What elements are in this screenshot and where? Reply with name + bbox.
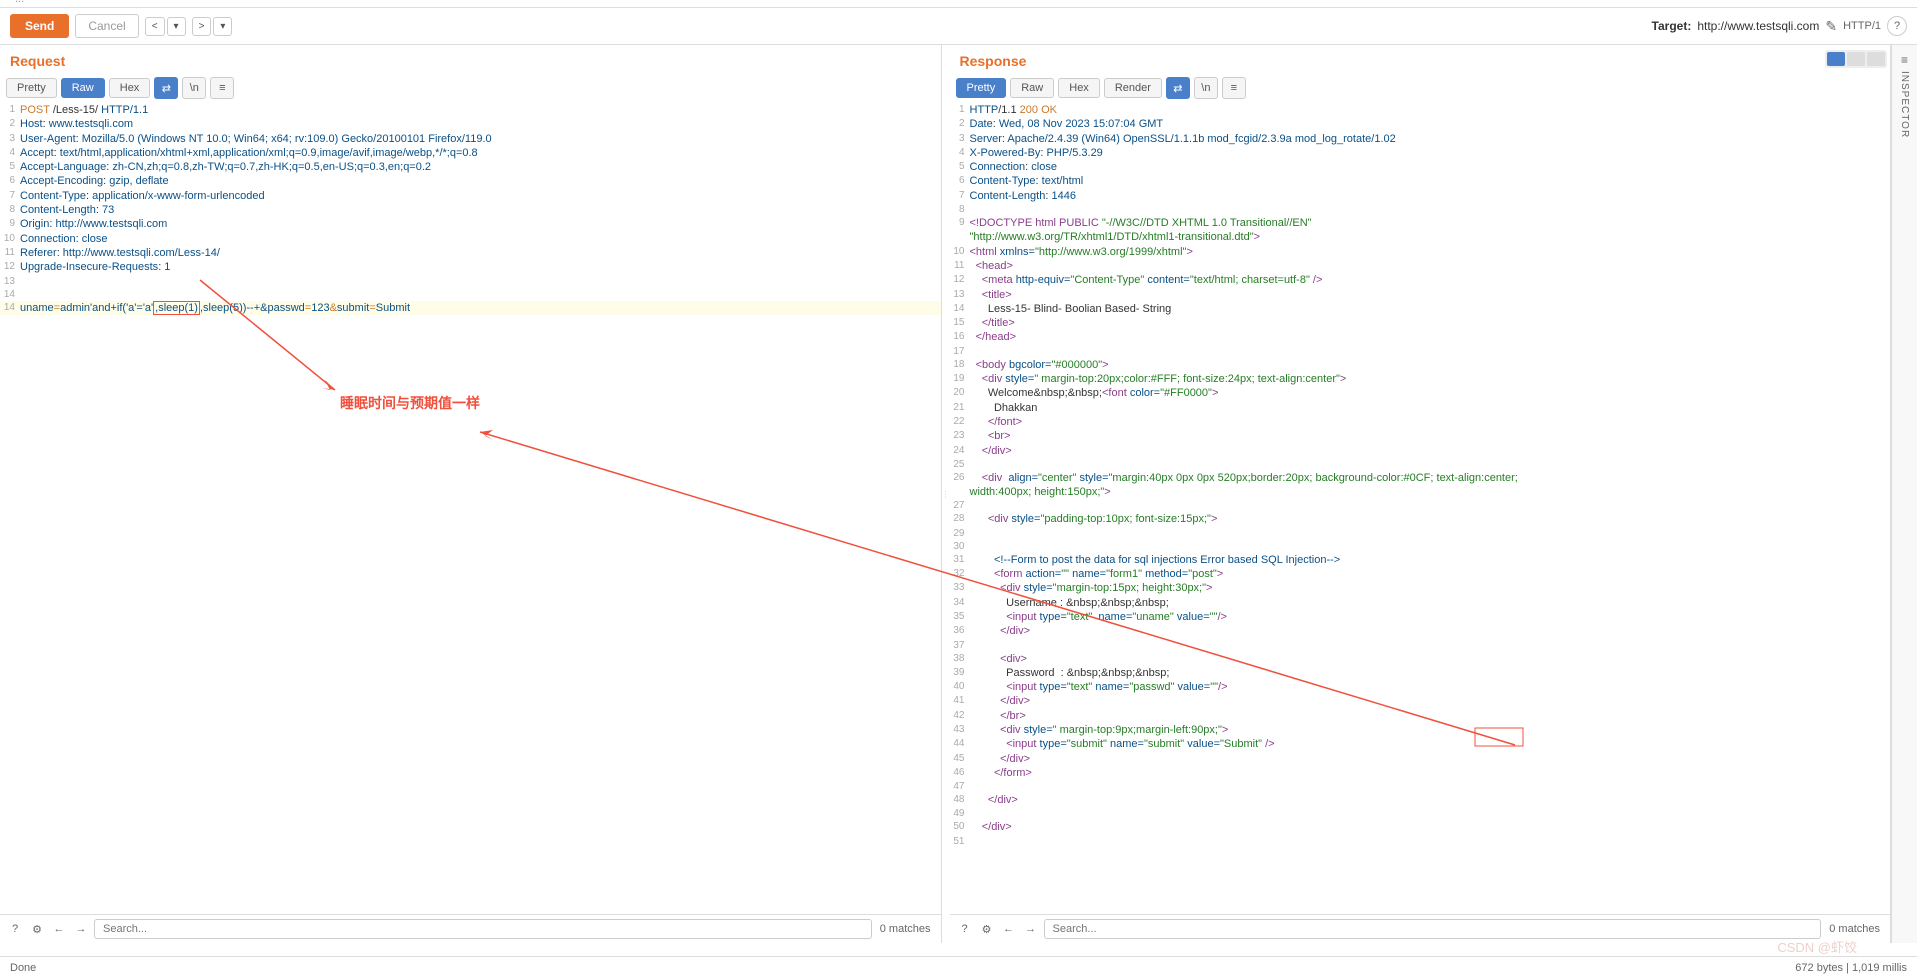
response-search-input[interactable] [1044, 919, 1822, 939]
next-match-icon[interactable]: → [72, 920, 90, 938]
target-info: Target: http://www.testsqli.com ✎ HTTP/1… [1652, 16, 1907, 36]
tab-overflow[interactable]: ... [5, 0, 34, 7]
response-code[interactable]: 1HTTP/1.1 200 OK2Date: Wed, 08 Nov 2023 … [950, 103, 1891, 914]
tab-bar: ... [0, 0, 1917, 8]
resp-view-pretty[interactable]: Pretty [956, 78, 1007, 98]
resp-help-icon[interactable]: ? [956, 920, 974, 938]
resp-view-render[interactable]: Render [1104, 78, 1162, 98]
main-content: Request Pretty Raw Hex ⇄ \n ≡ 1POST /Les… [0, 45, 1917, 943]
request-matches: 0 matches [876, 923, 935, 935]
response-pane: Response Pretty Raw Hex Render ⇄ \n ≡ 1H… [950, 45, 1892, 943]
inspector-panel[interactable]: ≡ INSPECTOR [1891, 45, 1917, 943]
inspector-label: INSPECTOR [1899, 71, 1910, 138]
history-nav-1: < ▾ [145, 17, 186, 36]
resp-hamburger-icon[interactable]: ≡ [1222, 77, 1246, 99]
target-url: http://www.testsqli.com [1697, 19, 1819, 33]
http-version: HTTP/1 [1843, 20, 1881, 32]
status-done: Done [10, 962, 36, 974]
layout-toggles [1825, 50, 1887, 68]
layout-horizontal[interactable] [1827, 52, 1845, 66]
toolbar: Send Cancel < ▾ > ▾ Target: http://www.t… [0, 8, 1917, 45]
help-icon[interactable]: ? [1887, 16, 1907, 36]
request-view-toolbar: Pretty Raw Hex ⇄ \n ≡ [0, 73, 941, 103]
layout-vertical[interactable] [1847, 52, 1865, 66]
newline-icon[interactable]: \n [182, 77, 206, 99]
history-nav-2: > ▾ [192, 17, 233, 36]
resp-newline-icon[interactable]: \n [1194, 77, 1218, 99]
response-title: Response [960, 53, 1027, 69]
cancel-button[interactable]: Cancel [75, 14, 138, 38]
pane-divider[interactable]: ⋮ [942, 45, 950, 943]
request-title: Request [10, 53, 65, 69]
resp-wrap-icon[interactable]: ⇄ [1166, 77, 1190, 99]
resp-prev-match-icon[interactable]: ← [1000, 920, 1018, 938]
request-search-input[interactable] [94, 919, 872, 939]
layout-combined[interactable] [1867, 52, 1885, 66]
settings-icon[interactable]: ⚙ [28, 920, 46, 938]
hamburger-icon[interactable]: ≡ [210, 77, 234, 99]
prev-dropdown[interactable]: ▾ [167, 17, 186, 36]
resp-next-match-icon[interactable]: → [1022, 920, 1040, 938]
view-raw[interactable]: Raw [61, 78, 105, 98]
response-view-toolbar: Pretty Raw Hex Render ⇄ \n ≡ [950, 73, 1891, 103]
request-search-bar: ? ⚙ ← → 0 matches [0, 914, 941, 943]
view-pretty[interactable]: Pretty [6, 78, 57, 98]
resp-settings-icon[interactable]: ⚙ [978, 920, 996, 938]
response-search-bar: ? ⚙ ← → 0 matches [950, 914, 1891, 943]
request-pane: Request Pretty Raw Hex ⇄ \n ≡ 1POST /Les… [0, 45, 942, 943]
wrap-icon[interactable]: ⇄ [154, 77, 178, 99]
help-small-icon[interactable]: ? [6, 920, 24, 938]
edit-target-icon[interactable]: ✎ [1825, 18, 1837, 35]
inspector-toggle-icon[interactable]: ≡ [1901, 53, 1908, 67]
status-bar: Done 672 bytes | 1,019 millis [0, 956, 1917, 978]
request-code[interactable]: 1POST /Less-15/ HTTP/1.12Host: www.tests… [0, 103, 941, 914]
next-dropdown[interactable]: ▾ [213, 17, 232, 36]
next-button[interactable]: > [192, 17, 212, 36]
status-bytes: 672 bytes | 1,019 millis [1795, 962, 1907, 974]
send-button[interactable]: Send [10, 14, 69, 38]
prev-button[interactable]: < [145, 17, 165, 36]
view-hex[interactable]: Hex [109, 78, 151, 98]
watermark: CSDN @虾饺 [1777, 937, 1857, 956]
response-matches: 0 matches [1825, 923, 1884, 935]
resp-view-raw[interactable]: Raw [1010, 78, 1054, 98]
target-label: Target: [1652, 19, 1692, 33]
resp-view-hex[interactable]: Hex [1058, 78, 1100, 98]
prev-match-icon[interactable]: ← [50, 920, 68, 938]
